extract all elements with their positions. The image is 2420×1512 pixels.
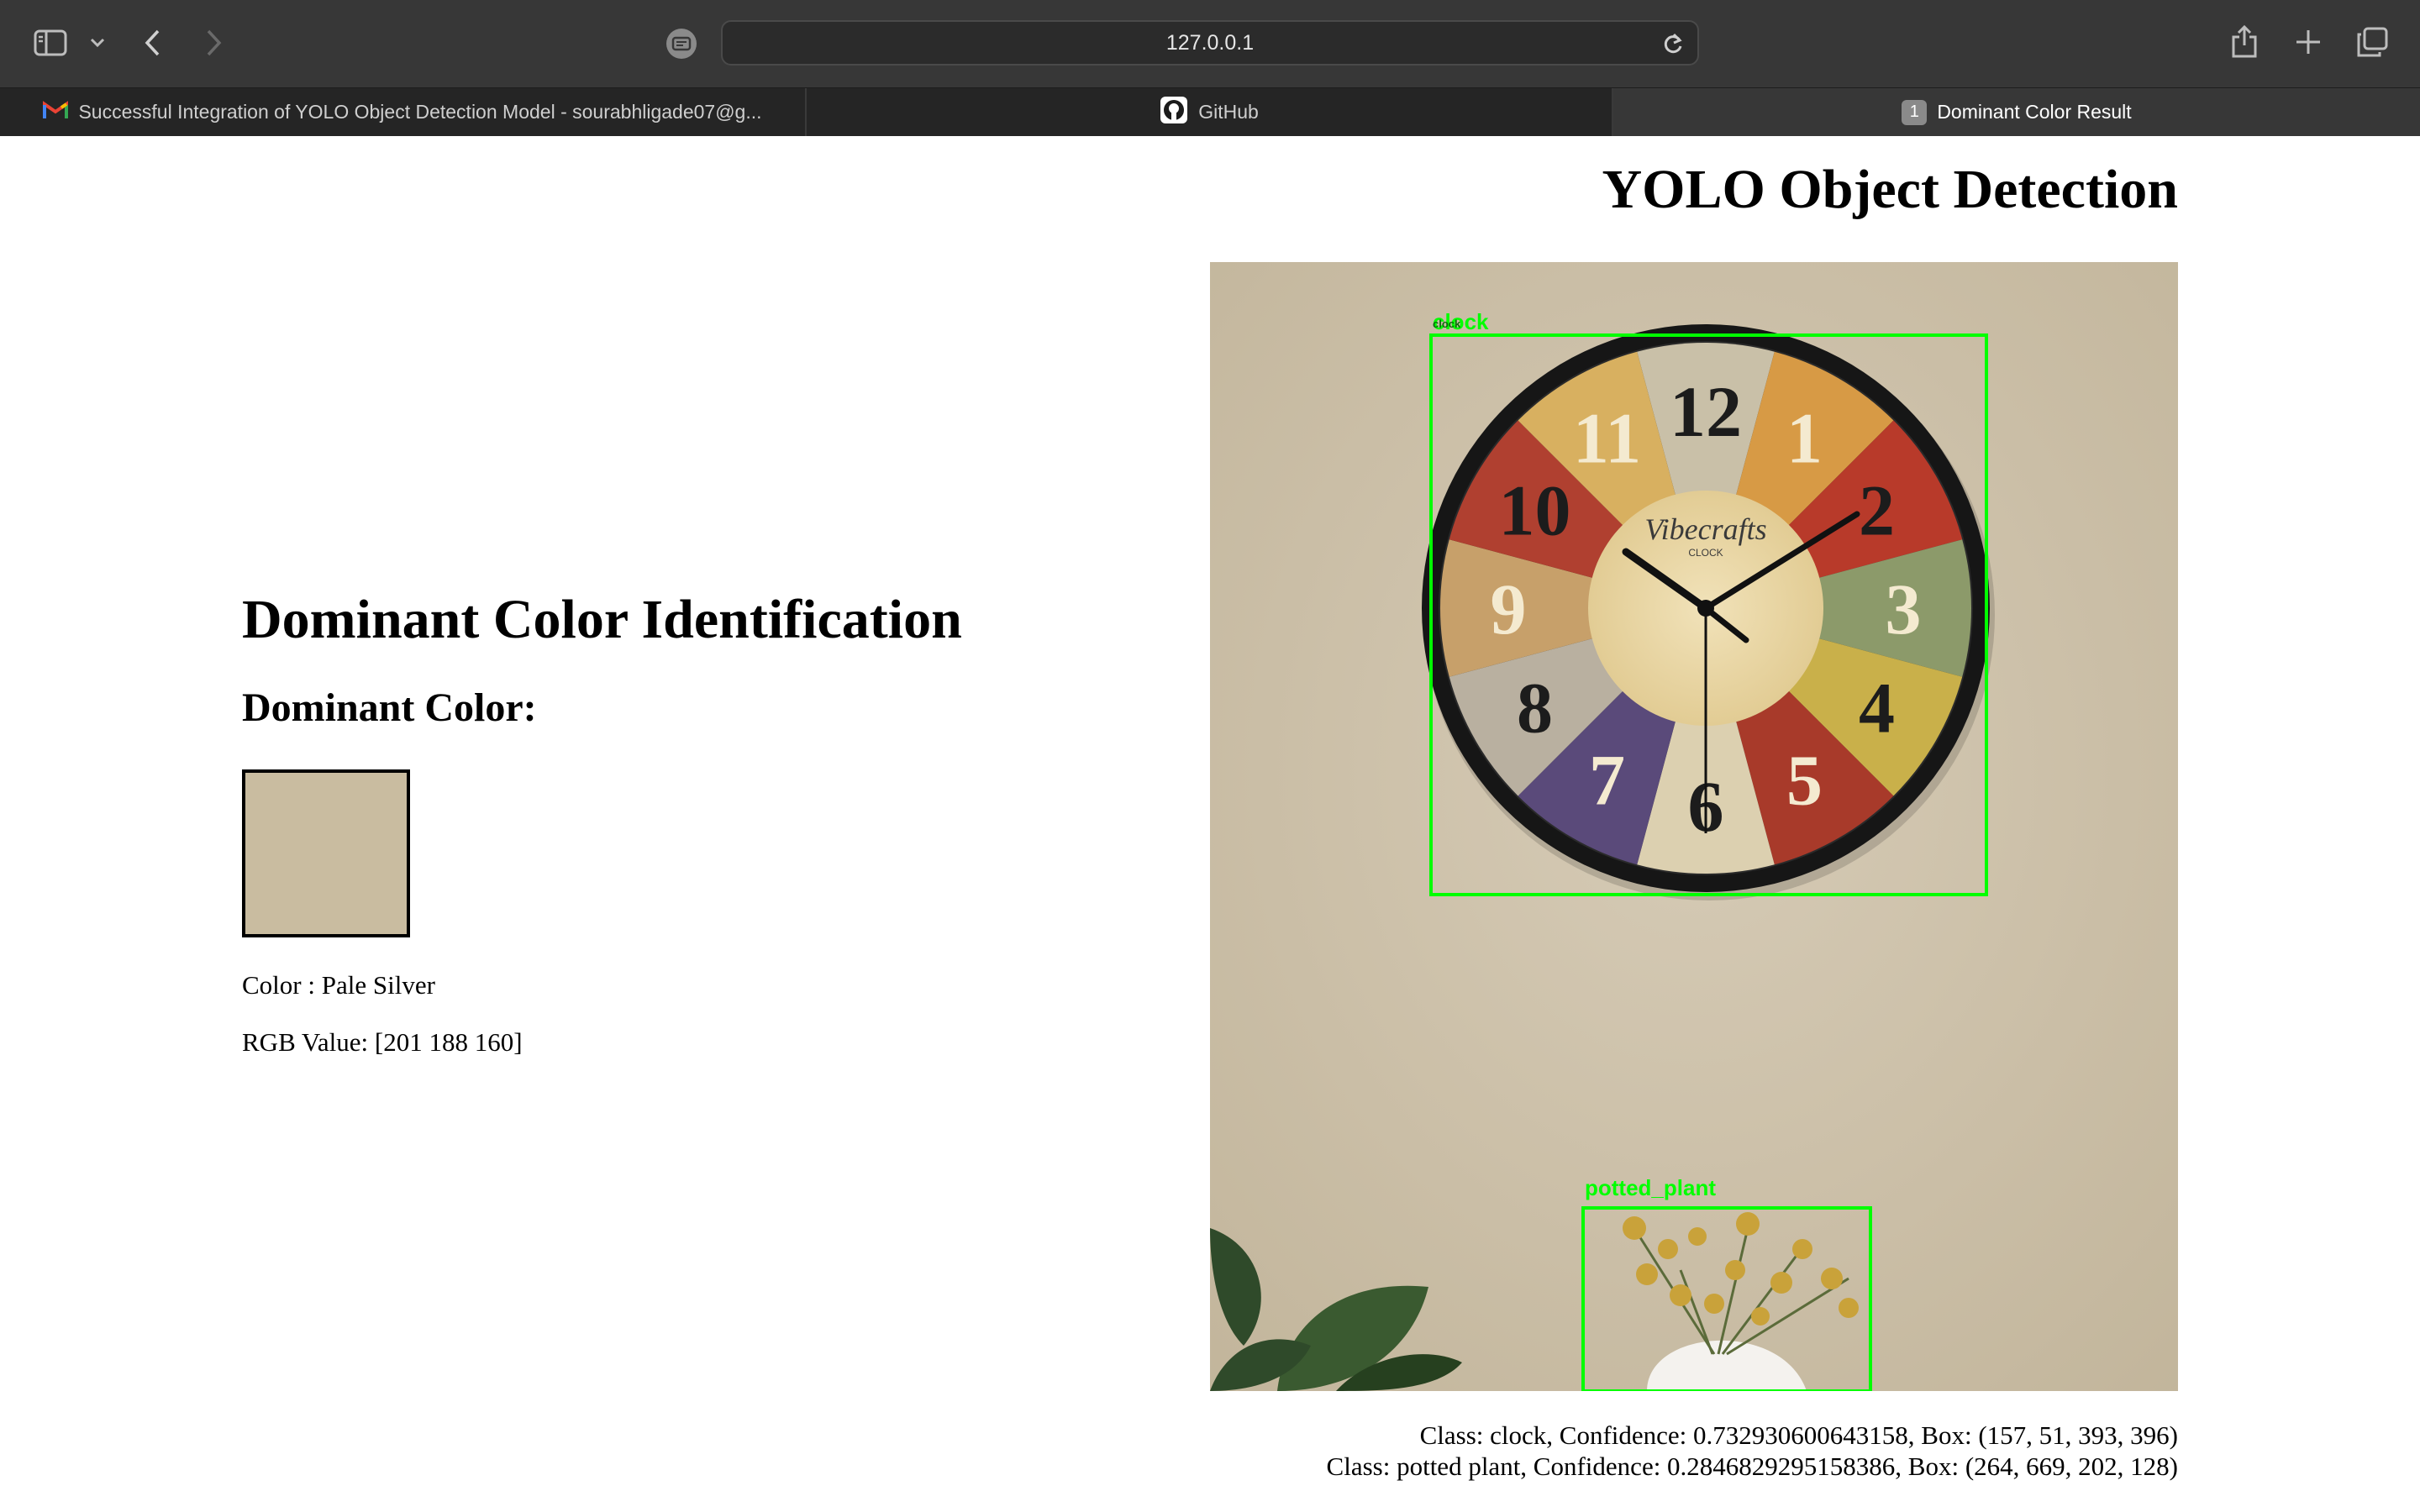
dominant-color-subheading: Dominant Color: — [242, 685, 537, 730]
new-tab-icon[interactable] — [2294, 28, 2323, 56]
chevron-down-icon[interactable] — [89, 37, 106, 49]
clock-box-label-small: clock — [1433, 318, 1461, 330]
share-icon[interactable] — [2230, 25, 2259, 59]
tab-bar: Successful Integration of YOLO Object De… — [0, 87, 2420, 136]
site-settings-icon[interactable] — [666, 28, 697, 60]
clock-brand: Vibecrafts — [1644, 512, 1766, 546]
clock-numeral: 12 — [1670, 371, 1742, 452]
clock-brand-sub: CLOCK — [1688, 547, 1723, 559]
clock-numeral: 1 — [1786, 397, 1823, 478]
dominant-color-heading: Dominant Color Identification — [242, 589, 962, 650]
tab-gmail[interactable]: Successful Integration of YOLO Object De… — [0, 88, 807, 136]
reload-icon[interactable] — [1662, 32, 1684, 55]
browser-toolbar: 127.0.0.1 — [0, 0, 2420, 87]
tab-dominant-color[interactable]: 1 Dominant Color Result — [1613, 88, 2420, 136]
clock-numeral: 8 — [1517, 668, 1553, 748]
clock-numeral: 3 — [1886, 569, 1922, 649]
clock-numeral: 11 — [1573, 397, 1641, 478]
clock-numeral: 2 — [1859, 470, 1895, 551]
detection-line: Class: clock, Confidence: 0.732930600643… — [1419, 1420, 2178, 1450]
tab-github[interactable]: GitHub — [807, 88, 1613, 136]
tab-overview-icon[interactable] — [2356, 27, 2388, 57]
clock-numeral: 5 — [1786, 740, 1823, 821]
clock-numeral: 4 — [1859, 668, 1895, 748]
color-name-text: Color : Pale Silver — [242, 970, 435, 1000]
clock-numeral: 10 — [1498, 470, 1570, 551]
detection-result-image: 12 1 2 3 4 5 6 7 8 9 10 11 Vibecrafts CLOCK — [1210, 262, 2178, 1391]
clock-numeral: 7 — [1589, 740, 1625, 821]
plant-box-label: potted_plant — [1585, 1175, 1716, 1200]
url-text: 127.0.0.1 — [1165, 31, 1255, 55]
yolo-heading: YOLO Object Detection — [1602, 159, 2179, 220]
detection-results: Class: clock, Confidence: 0.732930600643… — [1327, 1420, 2178, 1482]
github-icon — [1160, 96, 1188, 129]
tab-number-badge: 1 — [1902, 99, 1928, 125]
detection-line: Class: potted plant, Confidence: 0.28468… — [1326, 1452, 2178, 1481]
back-icon[interactable] — [143, 29, 163, 57]
forward-icon[interactable] — [203, 29, 224, 57]
sidebar-toggle-icon[interactable] — [34, 29, 67, 57]
color-swatch — [242, 769, 410, 937]
gmail-icon — [43, 100, 69, 125]
rgb-value-text: RGB Value: [201 188 160] — [242, 1027, 523, 1057]
clock-numeral: 9 — [1491, 569, 1527, 649]
wall-clock: 12 1234567891011 Vibecrafts CLOCK — [1422, 324, 1995, 900]
address-bar[interactable]: 127.0.0.1 — [721, 20, 1699, 66]
